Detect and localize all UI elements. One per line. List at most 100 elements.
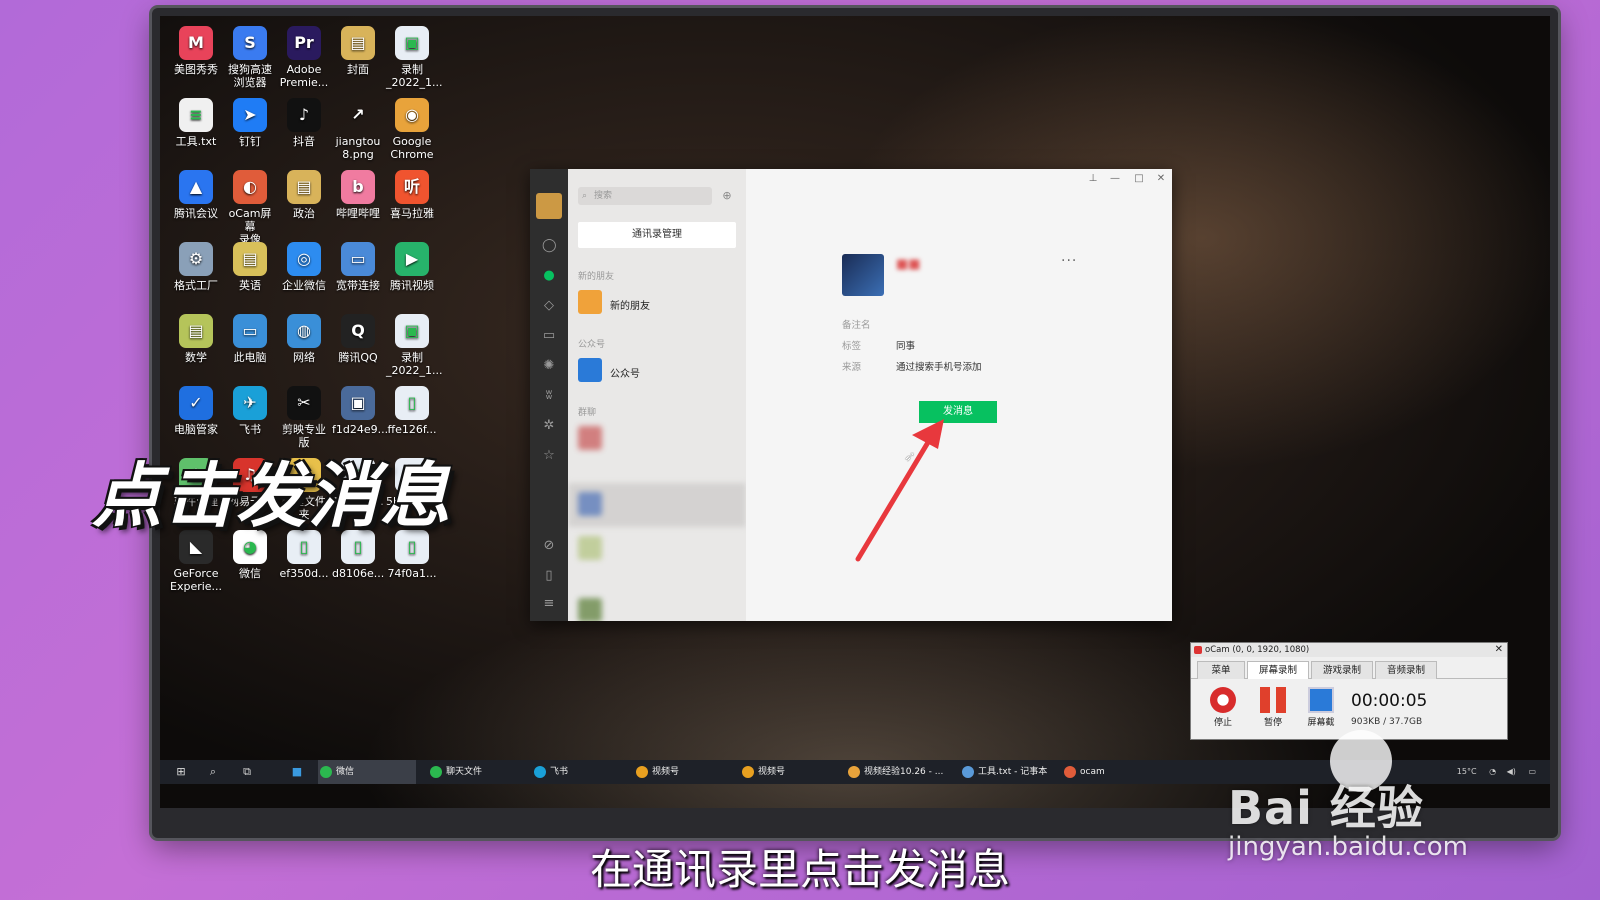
app-icon: ♪	[287, 98, 321, 132]
desktop-icon[interactable]: ▤ 政治	[278, 170, 330, 220]
mini-program-icon[interactable]: ⊘	[542, 539, 556, 553]
chat-icon[interactable]: ◯	[542, 239, 557, 253]
list-item[interactable]	[568, 417, 746, 461]
desktop-icon[interactable]: ≡ 工具.txt	[170, 98, 222, 148]
maximize-icon[interactable]: □	[1132, 173, 1146, 184]
desktop-icon[interactable]: ◎ 企业微信	[278, 242, 330, 292]
desktop-icon[interactable]: ▭ 此电脑	[224, 314, 276, 364]
app-icon	[848, 766, 860, 778]
list-item[interactable]	[568, 483, 746, 527]
taskbar-app-button[interactable]: ocam	[1062, 760, 1160, 784]
pause-button[interactable]: 暂停	[1255, 687, 1291, 728]
recording-timer: 00:00:05	[1351, 691, 1428, 711]
desktop-icon[interactable]: ▣ 录制 _2022_1...	[386, 26, 442, 89]
desktop-icon-label: 喜马拉雅	[390, 207, 434, 220]
tab-game-record[interactable]: 游戏录制	[1311, 661, 1373, 679]
close-icon[interactable]: ✕	[1495, 643, 1503, 657]
manage-contacts-button[interactable]: 通讯录管理	[578, 222, 736, 248]
taskbar-app-label: 飞书	[550, 767, 569, 777]
desktop-icon[interactable]: ✈ 飞书	[224, 386, 276, 436]
folder-icon[interactable]: ▭	[542, 329, 556, 343]
desktop-icon[interactable]: ↗ jiangtou 8.png	[332, 98, 384, 161]
close-icon[interactable]: ✕	[1154, 173, 1168, 184]
settings-icon[interactable]: ✲	[542, 419, 556, 433]
search-input[interactable]: ⌕ 搜索	[578, 187, 712, 205]
desktop-icon[interactable]: ▣ f1d24e9...	[332, 386, 388, 436]
tag-value[interactable]: 同事	[896, 338, 915, 352]
desktop-icon[interactable]: 听喜马拉雅	[386, 170, 438, 220]
desktop-icon[interactable]: ▤ 数学	[170, 314, 222, 364]
desktop-icon[interactable]: ◍ 网络	[278, 314, 330, 364]
taskbar-app-button[interactable]: 视频号	[634, 760, 732, 784]
task-view-icon[interactable]: ⧉	[240, 765, 254, 779]
desktop-icon[interactable]: Pr Adobe Premie...	[278, 26, 330, 89]
stop-button[interactable]: 停止	[1205, 687, 1241, 728]
desktop-icon[interactable]: ♪ 抖音	[278, 98, 330, 148]
app-icon: ▯	[395, 386, 429, 420]
desktop-icon[interactable]: ⚙ 格式工厂	[170, 242, 222, 292]
desktop-icon[interactable]: ▲ 腾讯会议	[170, 170, 222, 220]
channels-icon[interactable]: ʬ	[542, 389, 556, 403]
desktop-icon[interactable]: ▤ 封面	[332, 26, 384, 76]
favorites-icon[interactable]: ◇	[542, 299, 556, 313]
notification-icon[interactable]: ▭	[1528, 767, 1536, 776]
taskbar-app-button[interactable]: 工具.txt - 记事本	[960, 760, 1058, 784]
taskbar-app-button[interactable]: 视频号	[740, 760, 838, 784]
tab-screen-record[interactable]: 屏幕录制	[1247, 661, 1309, 679]
ocam-titlebar: oCam (0, 0, 1920, 1080) ✕	[1191, 643, 1507, 657]
tab-audio-record[interactable]: 音频录制	[1375, 661, 1437, 679]
list-item[interactable]	[568, 527, 746, 571]
more-options-icon[interactable]: ···	[1061, 253, 1077, 269]
phone-icon[interactable]: ▯	[542, 569, 556, 583]
tab-menu[interactable]: 菜单	[1197, 661, 1245, 679]
app-icon	[430, 766, 442, 778]
desktop-screen: M 美图秀秀 S 搜狗高速 浏览器 Pr Adobe Premie... ▤ 封面 ▣ 录制 _2…	[160, 16, 1550, 808]
desktop-icon[interactable]: ▣ 录制 _2022_1...	[386, 314, 442, 377]
app-icon: ◎	[287, 242, 321, 276]
desktop-icon[interactable]: ▯ ffe126f...	[386, 386, 438, 436]
desktop-icon[interactable]: b 哔哩哔哩	[332, 170, 384, 220]
menu-icon[interactable]: ≡	[542, 597, 556, 611]
add-friend-icon[interactable]: ⊕	[718, 187, 736, 205]
desktop-icon[interactable]: M 美图秀秀	[170, 26, 222, 76]
volume-icon[interactable]: ◀)	[1507, 767, 1516, 776]
source-value: 通过搜索手机号添加	[896, 362, 982, 373]
desktop-icon[interactable]: Q 腾讯QQ	[332, 314, 384, 364]
list-item-official[interactable]: 公众号	[568, 349, 746, 393]
app-icon: ▤	[233, 242, 267, 276]
windows-start-icon[interactable]: ⊞	[174, 765, 188, 779]
desktop-icon[interactable]: ◐ oCam屏幕 录像	[224, 170, 276, 246]
desktop-icon-label: d8106e...	[332, 567, 385, 580]
star-icon[interactable]: ☆	[542, 449, 556, 463]
desktop-icon[interactable]: ✓ 电脑管家	[170, 386, 222, 436]
wechat-window: ◯ ● ◇ ▭ ✺ ʬ ✲ ☆ ⊘ ▯ ≡ ⌕ 搜索 ⊕ 通讯录管理 新的朋友 …	[530, 169, 1172, 621]
taskbar-app-button[interactable]: 飞书	[532, 760, 630, 784]
desktop-icon[interactable]: ▤ 英语	[224, 242, 276, 292]
taskbar-app-button[interactable]: 聊天文件	[428, 760, 526, 784]
screenshot-button[interactable]: 屏幕截	[1303, 687, 1339, 728]
taskbar-app-button[interactable]: 微信	[318, 760, 416, 784]
desktop-icon[interactable]: ▭ 宽带连接	[332, 242, 384, 292]
contacts-icon[interactable]: ●	[542, 269, 556, 283]
network-icon[interactable]: ◔	[1489, 767, 1496, 776]
list-item[interactable]	[568, 589, 746, 621]
pin-icon[interactable]: ⊥	[1086, 173, 1100, 184]
desktop-icon[interactable]: ◉ Google Chrome	[386, 98, 438, 161]
desktop-icon-label: 哔哩哔哩	[336, 207, 380, 220]
desktop-icon[interactable]: ▶ 腾讯视频	[386, 242, 438, 292]
taskbar-app-button[interactable]: 视频经验10.26 - ...	[846, 760, 944, 784]
taskbar-app-label: 视频号	[652, 767, 680, 777]
watermark-logo: Bai 经验	[1228, 781, 1424, 835]
weather-temp[interactable]: 15°C	[1457, 767, 1477, 776]
contact-name-blurred: ■■	[896, 257, 921, 272]
desktop-icon[interactable]: ➤ 钉钉	[224, 98, 276, 148]
list-item-new-friends[interactable]: 新的朋友	[568, 281, 746, 325]
group-avatar	[578, 492, 602, 516]
app-icon: ↗	[351, 105, 365, 124]
user-avatar[interactable]	[536, 193, 562, 219]
minimize-icon[interactable]: —	[1108, 173, 1122, 184]
desktop-icon[interactable]: S 搜狗高速 浏览器	[224, 26, 276, 89]
explorer-icon[interactable]: ■	[290, 765, 304, 779]
moments-icon[interactable]: ✺	[542, 359, 556, 373]
search-icon[interactable]: ⌕	[206, 765, 220, 779]
